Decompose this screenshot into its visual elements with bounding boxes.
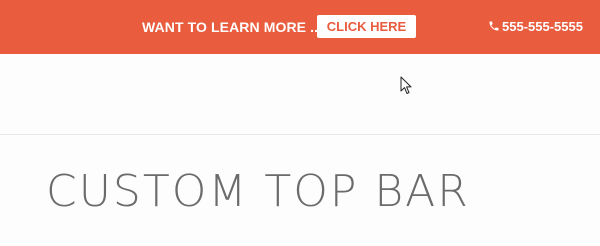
site-header [0, 54, 600, 134]
mouse-pointer-icon [400, 76, 412, 94]
phone-icon [488, 20, 500, 32]
phone-number: 555-555-5555 [502, 18, 583, 34]
page-title: CUSTOM TOP BAR [46, 166, 470, 217]
page: WANT TO LEARN MORE ... CLICK HERE 555-55… [0, 0, 600, 246]
promo-text: WANT TO LEARN MORE ... [142, 19, 323, 35]
phone-link[interactable]: 555-555-5555 [488, 18, 583, 34]
header-divider [0, 134, 600, 135]
click-here-button[interactable]: CLICK HERE [317, 15, 416, 38]
custom-top-bar: WANT TO LEARN MORE ... CLICK HERE 555-55… [0, 0, 600, 54]
